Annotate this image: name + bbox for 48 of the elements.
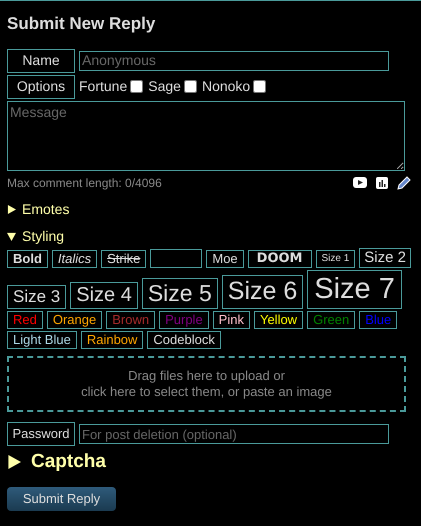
format-button[interactable]: Green [307,310,356,329]
format-button[interactable]: Moe [206,250,244,268]
form-title: Submit New Reply [7,13,156,35]
format-button[interactable]: Red [7,310,43,329]
field-label: Password [7,422,75,446]
format-button[interactable]: Orange [46,310,102,329]
option-label: Fortune [79,77,128,96]
message-field[interactable]: Message [7,100,405,170]
name-field[interactable]: Anonymous [79,50,389,70]
submit-button[interactable]: Submit Reply [7,486,116,510]
option-checkbox[interactable] [130,80,144,93]
caret-right-icon [7,204,16,214]
option-checkbox[interactable] [253,80,266,93]
format-button[interactable]: Pink [212,310,250,329]
format-button[interactable]: Size 5 [142,278,218,308]
pencil-icon[interactable] [397,176,411,190]
caret-down-icon [7,232,16,240]
upload-hint-text: Drag files here to upload or [128,368,285,384]
format-button[interactable]: Strike [101,250,146,268]
emotes-toggle[interactable]: Emotes [7,198,414,220]
option-checkbox[interactable] [184,80,197,93]
format-button[interactable]: Size 6 [222,275,304,308]
comment-length-text: Max comment length: 0/4096 [7,174,162,192]
field-label: Name [7,48,75,72]
format-button[interactable]: Codeblock [147,330,221,349]
format-button[interactable]: Italics [52,250,98,268]
caret-right-icon [7,455,21,470]
format-button[interactable]: Size 7 [307,270,402,308]
format-button[interactable]: Size 3 [7,285,66,308]
format-button[interactable]: Bold [7,250,48,268]
option-label: Nonoko [202,77,250,96]
format-button[interactable]: DOOM [248,250,312,268]
format-button[interactable]: Size 2 [359,248,411,268]
chart-icon[interactable] [376,176,388,188]
format-button[interactable]: Yellow [254,310,304,329]
format-button[interactable] [150,249,202,268]
format-button[interactable]: Size 1 [316,250,356,268]
video-icon[interactable] [353,177,367,188]
format-button[interactable]: Light Blue [7,330,77,349]
field-label: Options [7,74,75,98]
upload-hint-text: click here to select them, or paste an image [81,384,332,400]
format-button[interactable]: Size 4 [70,282,138,308]
upload-dropzone[interactable]: Drag files here to upload or click here to select them, or paste an image [7,356,406,412]
format-button[interactable]: Rainbow [80,330,144,349]
captcha-toggle[interactable]: Captcha [7,448,414,476]
option-label: Sage [148,77,181,96]
styling-toggle[interactable]: Styling [7,226,414,246]
password-field[interactable]: For post deletion (optional) [79,424,389,444]
